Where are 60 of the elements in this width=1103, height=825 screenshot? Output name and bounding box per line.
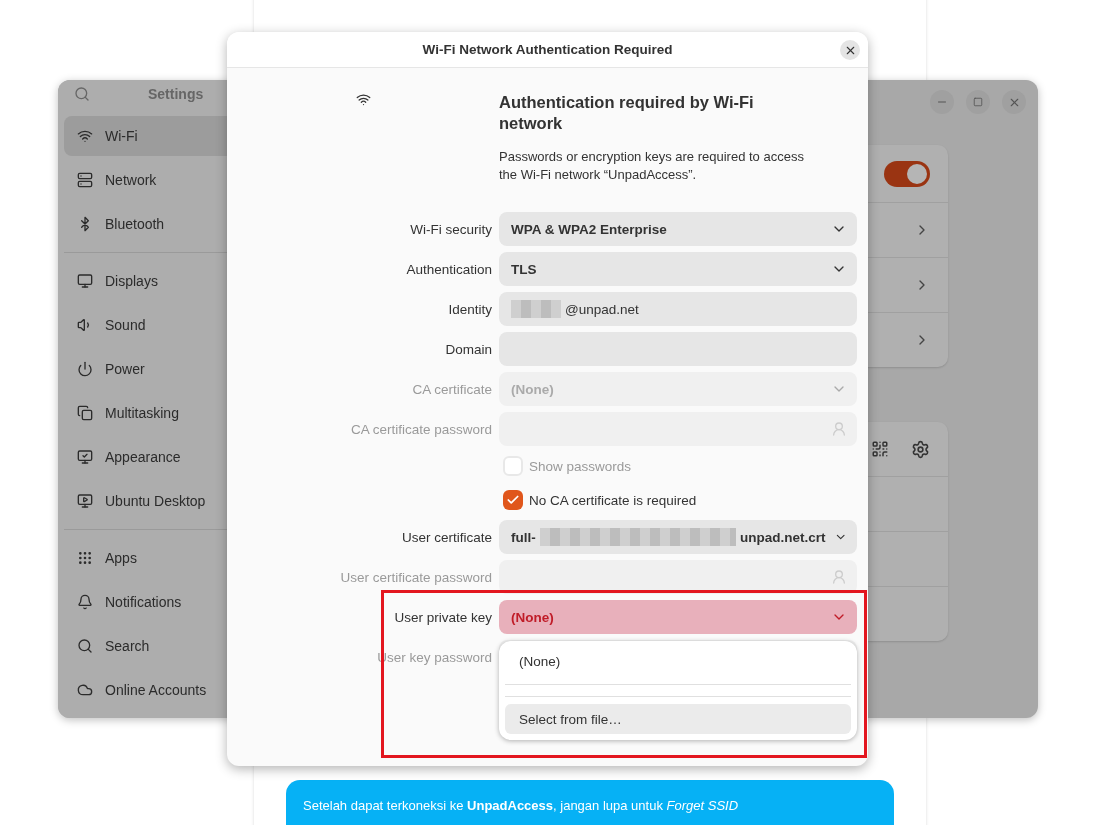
person-icon <box>831 569 847 585</box>
checkbox[interactable] <box>503 490 523 510</box>
grid-icon <box>77 550 93 566</box>
person-icon <box>831 421 847 437</box>
field-label: CA certificate password <box>350 421 492 437</box>
field-label: User private key <box>394 609 492 625</box>
sidebar-item[interactable]: Appearance <box>64 437 251 477</box>
maximize-button[interactable] <box>966 90 990 114</box>
sidebar-item[interactable]: Sound <box>64 305 251 345</box>
wifi-icon <box>77 128 93 144</box>
power-icon <box>77 361 93 377</box>
field-label: CA certificate <box>412 381 492 397</box>
maximize-icon <box>973 97 983 107</box>
check-icon <box>506 493 520 507</box>
windows-icon <box>77 405 93 421</box>
dropdown[interactable]: (None) <box>499 600 857 634</box>
dialog-description: Passwords or encryption keys are required to access the Wi-Fi network “UnpadAccess”. <box>499 148 805 184</box>
sidebar-item[interactable]: Multitasking <box>64 393 251 433</box>
sidebar-item[interactable]: Online Accounts <box>64 670 251 710</box>
input-field[interactable]: @unpad.net <box>499 292 857 326</box>
field-label: Identity <box>448 301 492 317</box>
dialog-heading: Authentication required by Wi-Fi network <box>499 92 755 134</box>
qr-code-icon[interactable] <box>871 440 889 458</box>
sidebar-item[interactable]: Search <box>64 626 251 666</box>
sidebar-item[interactable]: Apps <box>64 538 251 578</box>
cloud-icon <box>77 682 93 698</box>
dropdown[interactable]: TLS <box>499 252 857 286</box>
menu-item[interactable]: Select from file… <box>505 704 851 734</box>
sidebar-title: Settings <box>148 86 204 102</box>
field-label: Authentication <box>406 261 492 277</box>
sidebar-item[interactable]: Notifications <box>64 582 251 622</box>
dialog-title: Wi-Fi Network Authentication Required <box>422 42 673 57</box>
menu-item[interactable]: (None) <box>505 647 851 677</box>
field-label: Wi-Fi security <box>410 221 492 237</box>
bell-icon <box>77 594 93 610</box>
monitor-icon <box>77 273 93 289</box>
close-button[interactable] <box>840 40 860 60</box>
sidebar-item[interactable]: Bluetooth <box>64 204 251 244</box>
info-banner: Setelah dapat terkoneksi ke UnpadAccess, jangan lupa untuk Forget SSID <box>286 780 894 825</box>
server-icon <box>77 172 93 188</box>
checkbox-label: No CA certificate is required <box>529 492 697 508</box>
wifi-switch[interactable] <box>884 160 930 187</box>
monitor-icon <box>77 449 93 465</box>
sidebar-item[interactable]: Displays <box>64 261 251 301</box>
sidebar-item[interactable]: Network <box>64 160 251 200</box>
sidebar-item[interactable]: Power <box>64 349 251 389</box>
search-icon <box>77 638 93 654</box>
minimize-button[interactable] <box>930 90 954 114</box>
search-icon[interactable] <box>74 86 90 102</box>
checkbox-label: Show passwords <box>529 458 632 474</box>
monitor-icon <box>77 493 93 509</box>
settings-icon[interactable] <box>911 439 930 459</box>
sidebar-item[interactable]: Ubuntu Desktop <box>64 481 251 521</box>
field-label: Domain <box>445 341 492 357</box>
wifi-icon <box>355 92 371 107</box>
field-label: User certificate password <box>340 569 492 585</box>
dropdown[interactable]: WPA & WPA2 Enterprise <box>499 212 857 246</box>
dropdown[interactable]: full- unpad.net.crt <box>499 520 857 554</box>
input-field[interactable] <box>499 412 857 446</box>
field-label: User certificate <box>401 529 492 545</box>
